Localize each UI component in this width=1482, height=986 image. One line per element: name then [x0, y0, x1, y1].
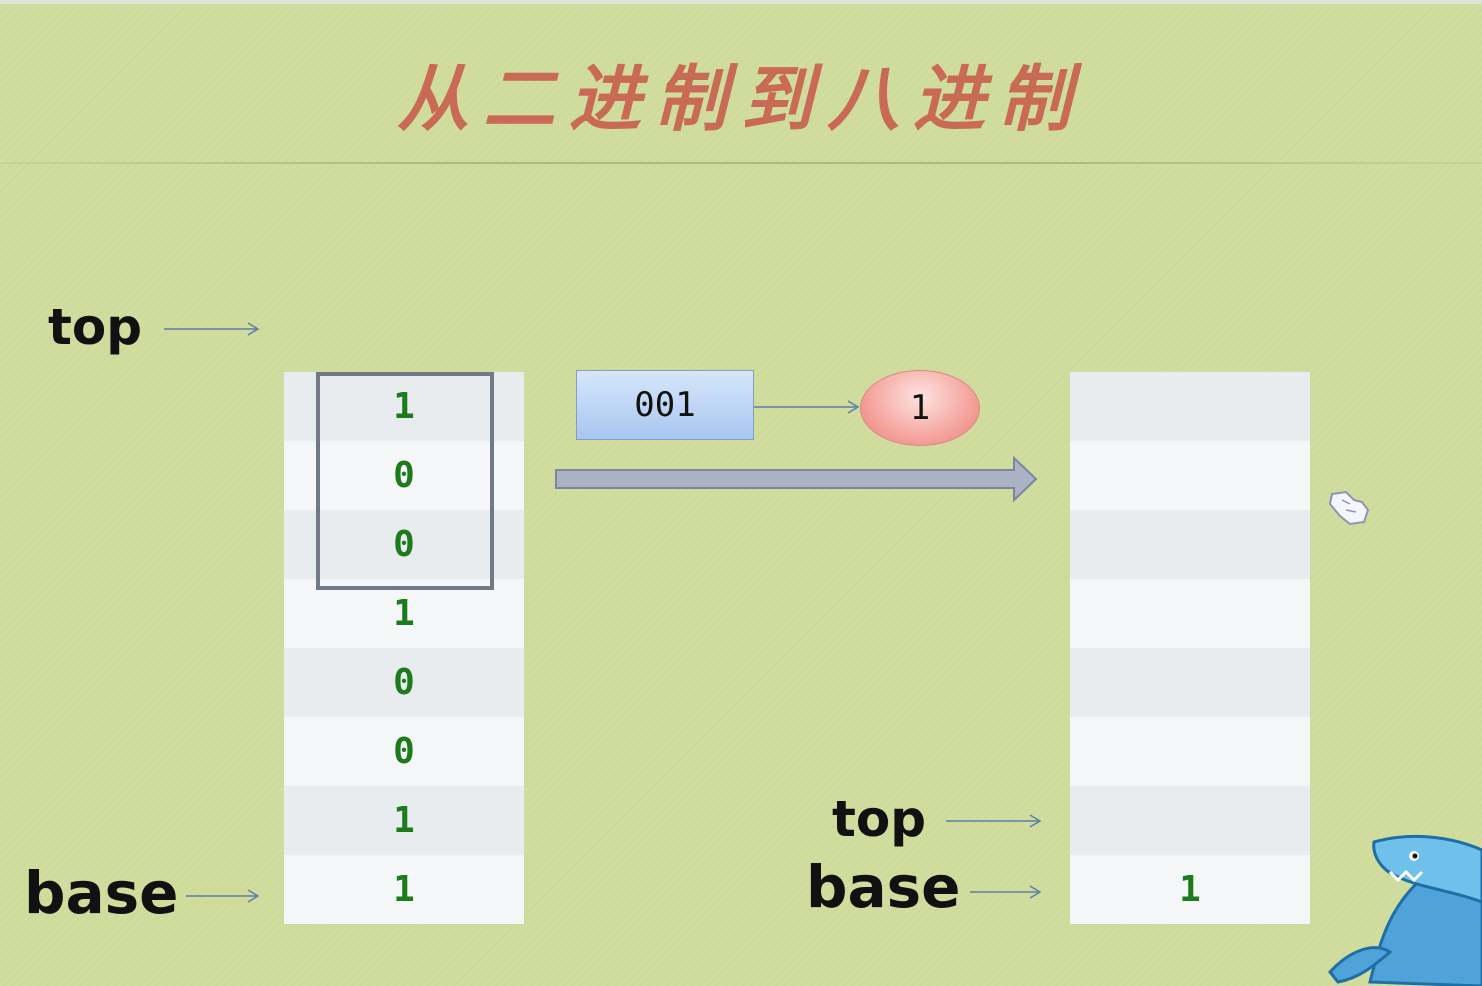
diagram-arrows — [164, 322, 1482, 986]
binary-to-octal-arrow — [754, 400, 860, 414]
right-top-pointer-arrow — [946, 814, 1042, 828]
left-top-pointer-arrow — [164, 322, 260, 336]
hand-cursor-icon — [1328, 490, 1370, 526]
shark-mascot-icon — [1328, 834, 1482, 986]
transfer-arrow — [555, 455, 1038, 503]
left-base-pointer-arrow — [186, 889, 260, 903]
right-base-pointer-arrow — [970, 885, 1042, 899]
